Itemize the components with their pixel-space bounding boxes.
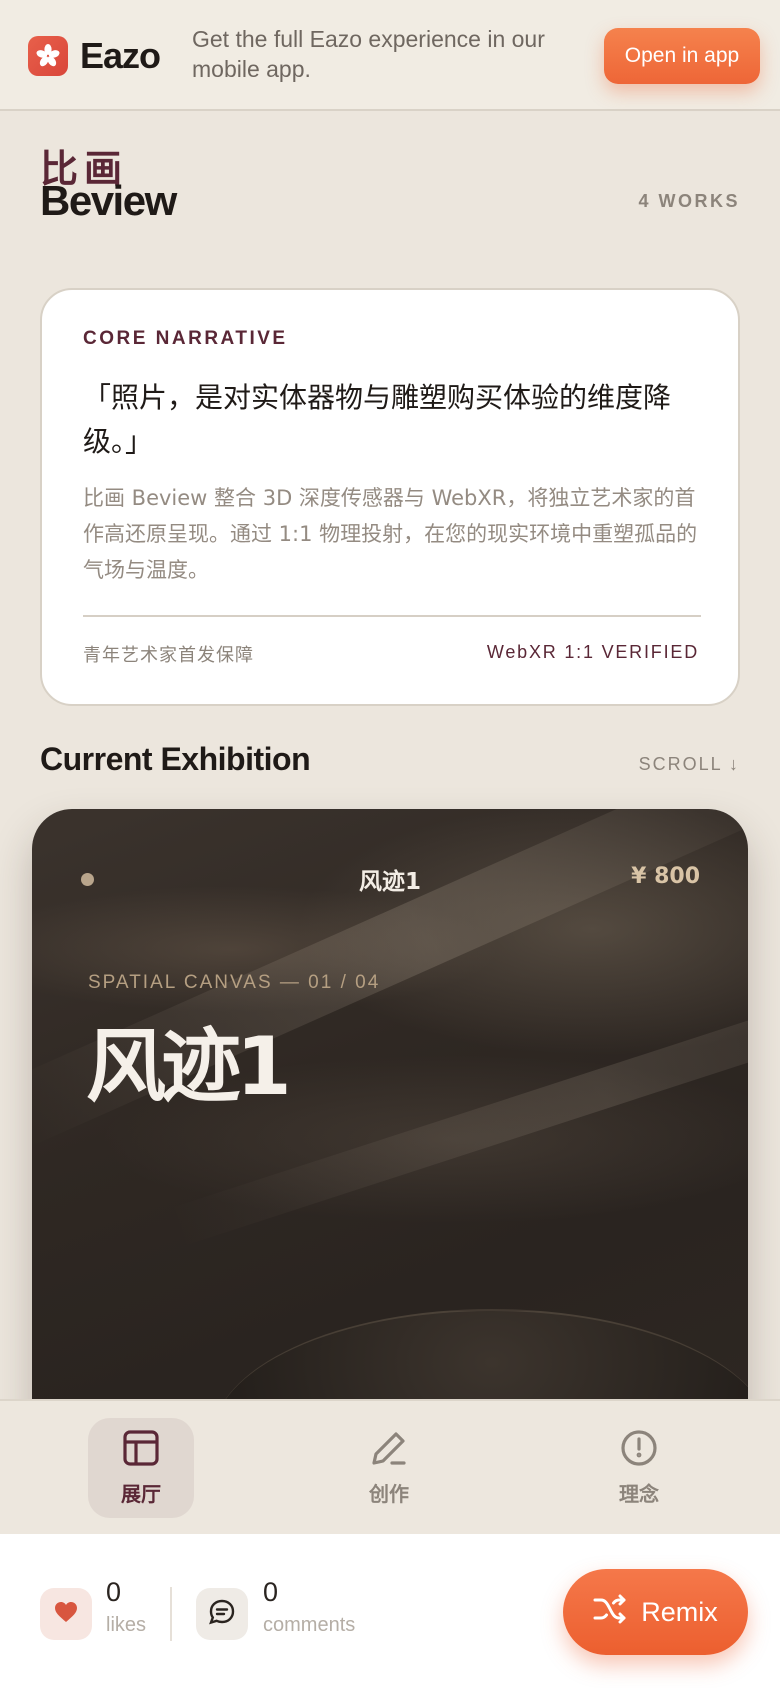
- narrative-label: CORE NARRATIVE: [83, 328, 288, 349]
- comment-button[interactable]: [196, 1588, 248, 1640]
- banner-message: Get the full Eazo experience in our mobi…: [192, 26, 545, 82]
- brand-logo: Eazo: [28, 35, 161, 77]
- exhibit-card[interactable]: 风迹1 ¥ 800 SPATIAL CANVAS — 01 / 04 风迹1: [32, 809, 748, 1449]
- exhibit-subtitle: SPATIAL CANVAS — 01 / 04: [88, 972, 381, 993]
- core-narrative-card: CORE NARRATIVE 「照片，是对实体器物与雕塑购买体验的维度降级。」 …: [40, 288, 740, 706]
- open-in-app-button[interactable]: Open in app: [604, 28, 760, 84]
- tab-label: 展厅: [121, 1482, 161, 1506]
- narrative-quote: 「照片，是对实体器物与雕塑购买体验的维度降级。」: [83, 381, 672, 458]
- tab-create[interactable]: 创作: [336, 1418, 442, 1518]
- info-circle-icon: [620, 1429, 658, 1472]
- shuffle-icon: [593, 1594, 627, 1631]
- eazo-logo-icon: [28, 36, 68, 76]
- page-title: Beview: [40, 177, 177, 224]
- remix-button[interactable]: Remix: [563, 1569, 748, 1655]
- layout-icon: [122, 1429, 160, 1472]
- tab-philosophy[interactable]: 理念: [586, 1418, 692, 1518]
- likes-count: 0: [106, 1577, 122, 1607]
- remix-label: Remix: [641, 1596, 718, 1627]
- stat-divider: [170, 1587, 172, 1641]
- narrative-divider: [83, 615, 701, 617]
- tab-label: 创作: [369, 1482, 409, 1506]
- brand-name: Eazo: [80, 35, 161, 76]
- exhibit-title-large: 风迹1: [86, 1020, 292, 1113]
- likes-label: likes: [106, 1614, 147, 1636]
- comments-label: comments: [263, 1614, 356, 1636]
- works-count: 4 WORKS: [638, 191, 740, 211]
- app-banner: Eazo Get the full Eazo experience in our…: [0, 0, 780, 111]
- bottom-tab-bar: 展厅 创作 理念: [0, 1399, 780, 1534]
- tab-gallery[interactable]: 展厅: [88, 1418, 194, 1518]
- webxr-verified-label: WebXR 1:1 VERIFIED: [486, 642, 699, 662]
- exhibit-price: ¥ 800: [631, 864, 700, 889]
- like-button[interactable]: [40, 1588, 92, 1640]
- tab-label: 理念: [619, 1482, 659, 1506]
- scroll-hint: SCROLL ↓: [638, 754, 740, 774]
- action-bar: 0 likes 0 comments Remix: [0, 1534, 780, 1688]
- artist-guarantee-label: 青年艺术家首发保障: [83, 645, 254, 666]
- comments-count: 0: [263, 1577, 279, 1607]
- section-title: Current Exhibition: [40, 741, 311, 777]
- comment-icon: [208, 1598, 236, 1631]
- narrative-body: 比画 Beview 整合 3D 深度传感器与 WebXR，将独立艺术家的首作高还…: [83, 486, 698, 582]
- pencil-icon: [370, 1429, 408, 1472]
- heart-icon: [54, 1601, 78, 1628]
